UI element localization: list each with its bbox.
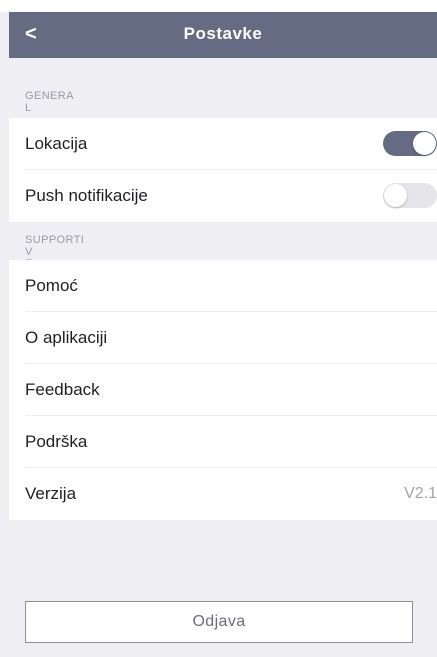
- toggle-knob: [413, 132, 436, 155]
- setting-label-help: Pomoć: [25, 276, 78, 295]
- toggle-knob: [384, 184, 407, 207]
- section-header-general: GENERA L: [9, 90, 437, 114]
- push-notifications-toggle[interactable]: [383, 183, 437, 208]
- section-header-general-line2: L: [25, 102, 32, 114]
- nav-bar: < Postavke: [9, 12, 437, 58]
- support-group: Pomoć O aplikaciji Feedback Podrška Verz…: [9, 260, 437, 520]
- setting-label-feedback: Feedback: [25, 380, 100, 399]
- setting-row-location[interactable]: Lokacija: [25, 118, 437, 170]
- setting-row-version: Verzija V2.1: [25, 468, 437, 520]
- setting-label-about: O aplikaciji: [25, 328, 108, 347]
- section-header-general-line1: GENERA: [25, 90, 74, 102]
- setting-row-help[interactable]: Pomoć: [25, 260, 437, 312]
- version-value: V2.1: [404, 485, 437, 502]
- setting-label-location: Lokacija: [25, 134, 88, 153]
- settings-screen: < Postavke GENERA L Lokacija Push notifi…: [0, 0, 437, 657]
- setting-label-push-notifications: Push notifikacije: [25, 186, 148, 205]
- location-toggle[interactable]: [383, 131, 437, 156]
- setting-label-version: Verzija: [25, 484, 77, 503]
- page-title: Postavke: [183, 24, 263, 43]
- setting-row-feedback[interactable]: Feedback: [25, 364, 437, 416]
- general-group: Lokacija Push notifikacije: [9, 118, 437, 222]
- settings-content: GENERA L Lokacija Push notifikacije SUPP…: [9, 58, 437, 657]
- section-header-support-line1: SUPPORTIV: [25, 234, 85, 258]
- setting-row-push-notifications[interactable]: Push notifikacije: [25, 170, 437, 222]
- setting-row-support[interactable]: Podrška: [25, 416, 437, 468]
- status-strip: [0, 0, 437, 12]
- setting-label-support: Podrška: [25, 432, 88, 451]
- setting-row-about[interactable]: O aplikaciji: [25, 312, 437, 364]
- logout-button[interactable]: Odjava: [25, 601, 413, 643]
